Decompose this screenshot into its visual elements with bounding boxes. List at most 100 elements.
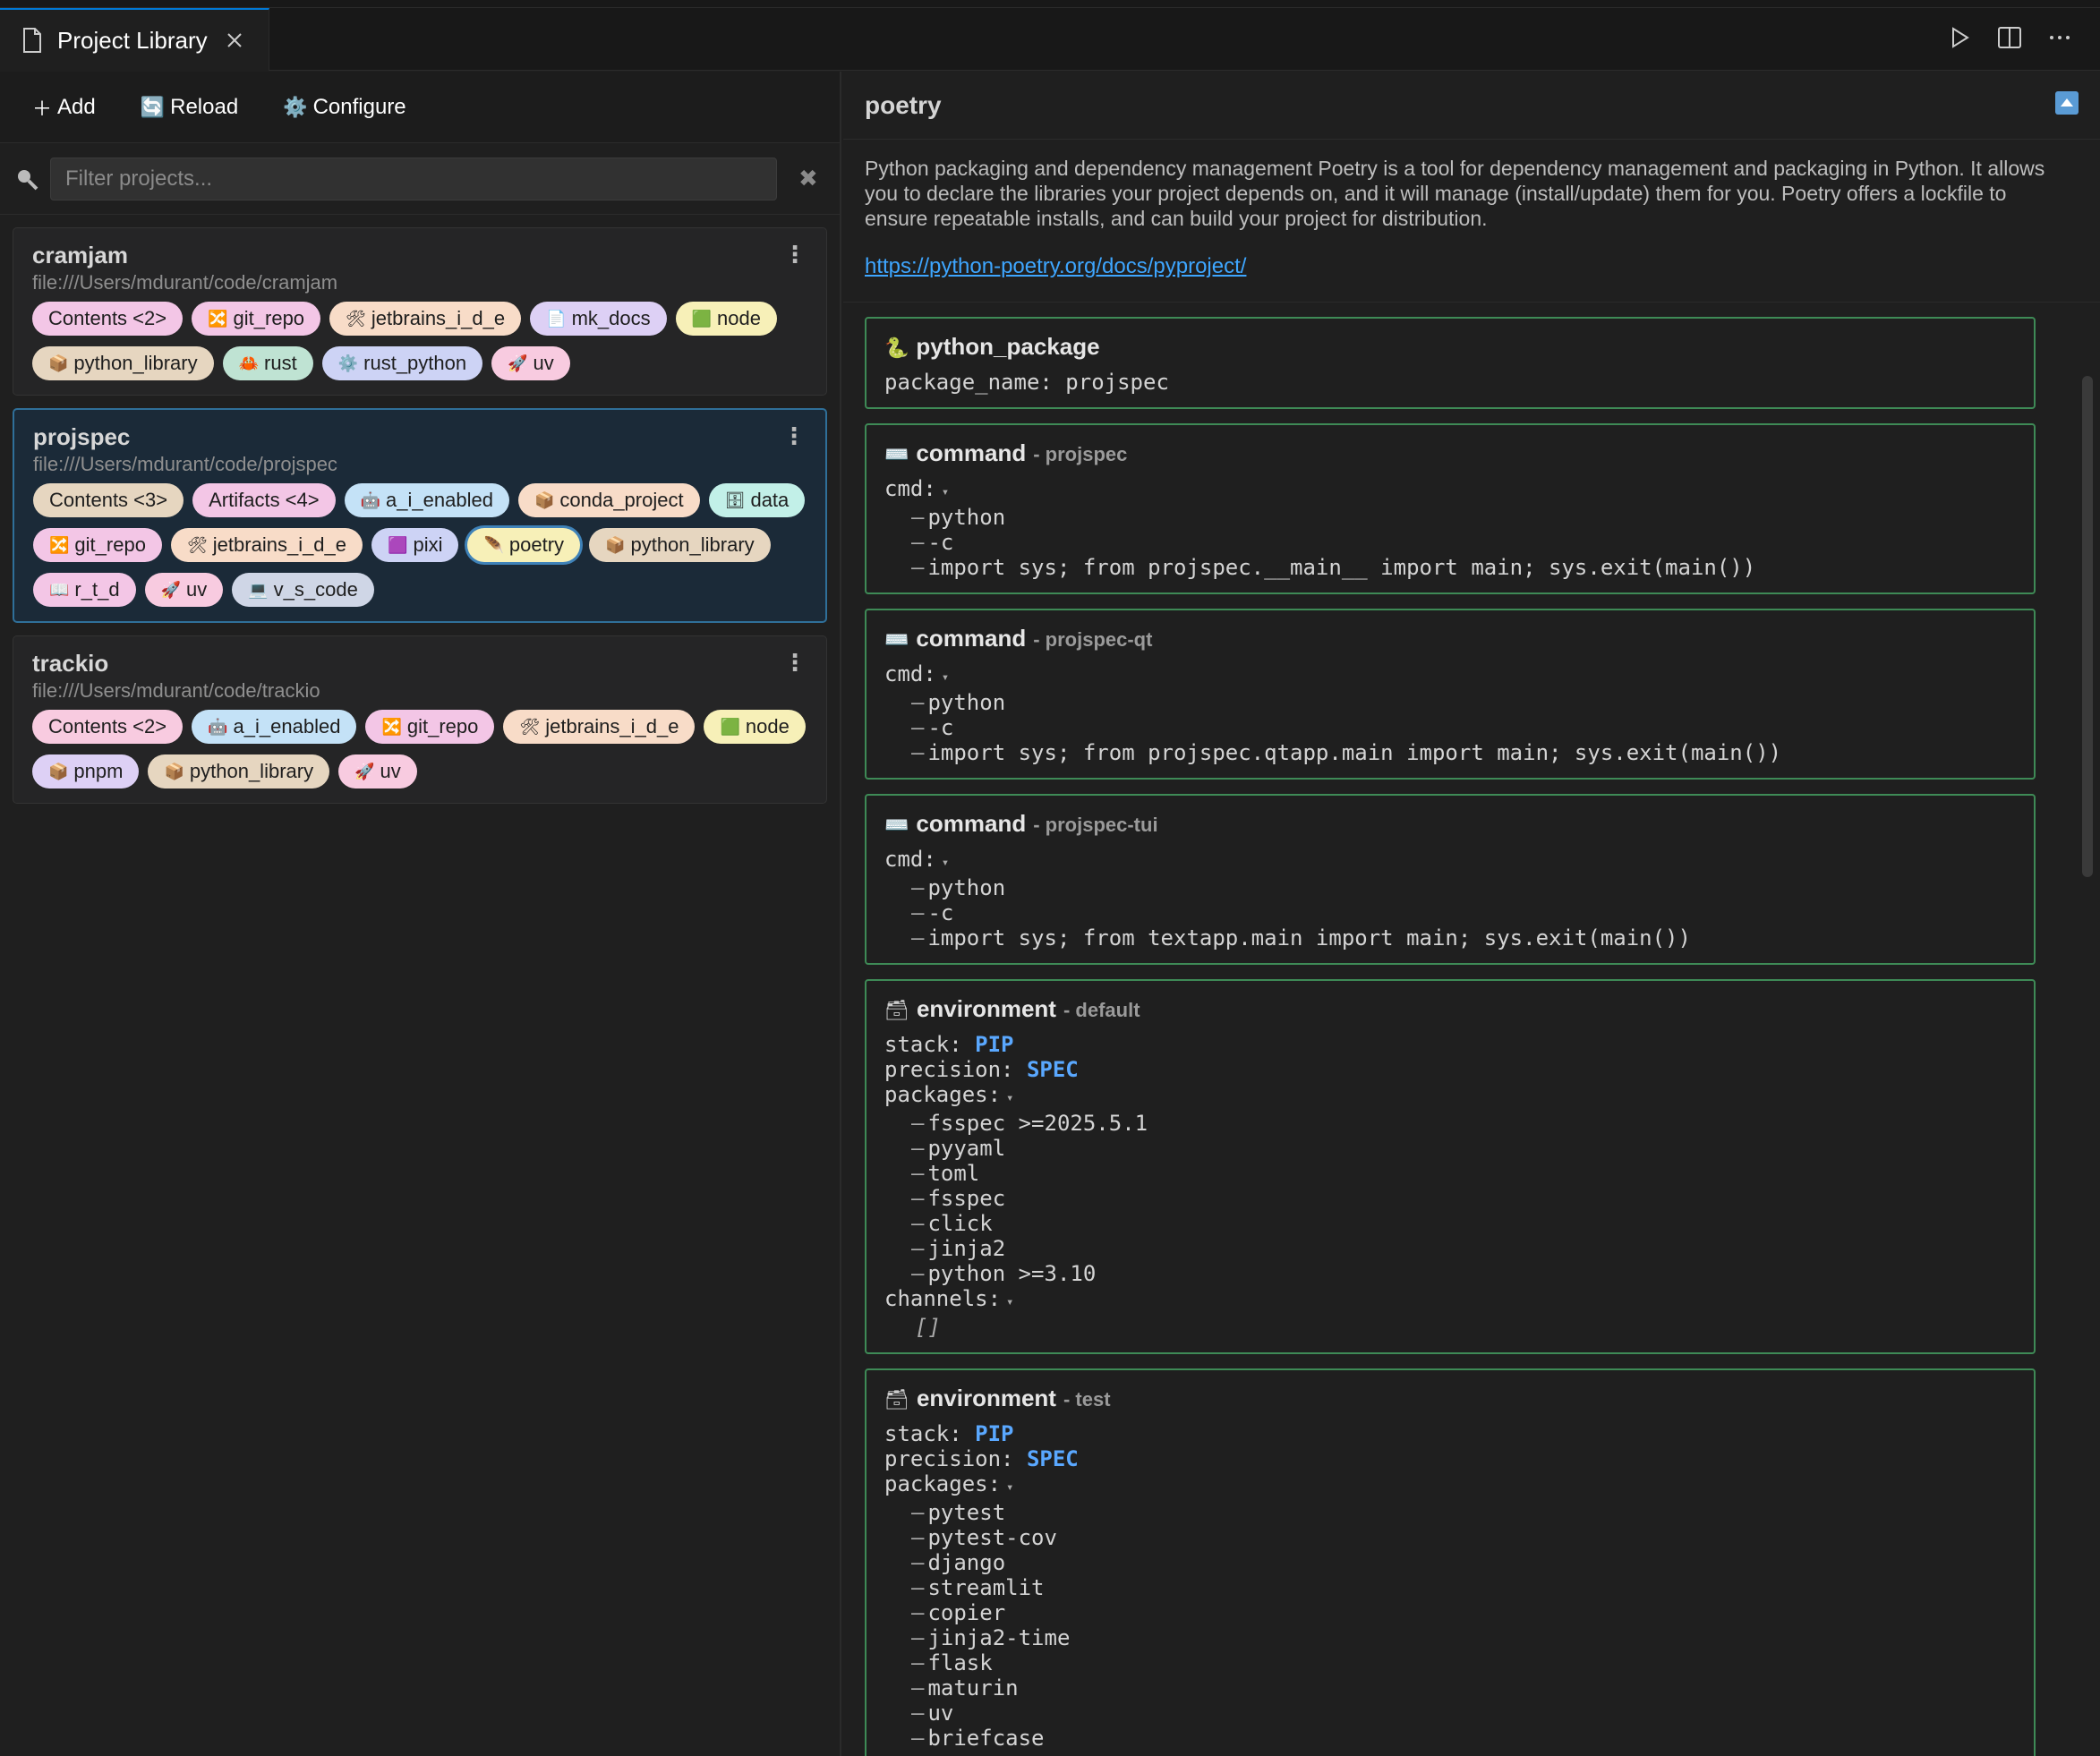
tag-chip[interactable]: 🤖 a_i_enabled <box>192 710 357 744</box>
tag-chip[interactable]: Contents <2> <box>32 302 184 336</box>
tag-chip[interactable]: 🟪 pixi <box>371 528 459 562</box>
tag-icon: 🔀 <box>208 309 228 328</box>
tag-chip[interactable]: 📖 r_t_d <box>33 573 136 607</box>
tag-chip[interactable]: 💻 v_s_code <box>232 573 374 607</box>
section-type: python_package <box>916 333 1100 360</box>
expand-triangle-icon[interactable]: ▾ <box>1006 1295 1013 1309</box>
project-card-cramjam[interactable]: cramjam file:///Users/mdurant/code/cramja… <box>13 227 827 396</box>
tag-chip[interactable]: 🔀 git_repo <box>365 710 495 744</box>
field-key: package_name: <box>884 370 1066 395</box>
field-key: stack: <box>884 1421 976 1446</box>
tag-chip[interactable]: 🔀 git_repo <box>33 528 162 562</box>
tag-chip[interactable]: 🔀 git_repo <box>192 302 321 336</box>
tag-label: a_i_enabled <box>386 489 493 511</box>
list-header[interactable]: channels: ▾ <box>884 1286 2016 1315</box>
tag-label: Artifacts <4> <box>209 489 320 511</box>
tag-chip[interactable]: Contents <3> <box>33 483 184 517</box>
project-card-trackio[interactable]: trackio file:///Users/mdurant/code/tracki… <box>13 635 827 804</box>
tag-label: jetbrains_i_d_e <box>371 307 506 329</box>
tag-chip[interactable]: 📦 python_library <box>589 528 771 562</box>
detail-header: poetry <box>843 72 2100 140</box>
section-header: ⌨️ command - projspec <box>884 439 2016 467</box>
filter-input[interactable] <box>50 157 777 200</box>
reload-button[interactable]: 🔄 Reload <box>141 95 238 120</box>
run-icon[interactable] <box>1946 24 1973 51</box>
tag-icon: 📖 <box>49 580 70 599</box>
field-key: cmd: <box>884 476 936 501</box>
tag-icon: 🔀 <box>49 535 70 554</box>
section-type: environment <box>916 995 1056 1022</box>
file-icon <box>21 28 43 53</box>
kebab-menu-icon[interactable]: ⋮ <box>782 422 806 450</box>
list-item: -c <box>884 900 2016 925</box>
tag-label: node <box>745 715 790 737</box>
list-header[interactable]: cmd: ▾ <box>884 847 2016 875</box>
tag-chip[interactable]: 📦 python_library <box>148 754 330 788</box>
section-name: - projspec <box>1033 443 1128 465</box>
tag-chip[interactable]: 🤖 a_i_enabled <box>344 483 509 517</box>
tag-label: poetry <box>508 533 565 556</box>
scrollbar-thumb[interactable] <box>2082 376 2093 877</box>
expand-triangle-icon[interactable]: ▾ <box>1006 1091 1013 1105</box>
kebab-menu-icon[interactable]: ⋮ <box>783 649 807 677</box>
list-header[interactable]: cmd: ▾ <box>884 661 2016 690</box>
expand-triangle-icon[interactable]: ▾ <box>1006 1480 1013 1495</box>
tag-label: Contents <3> <box>49 489 168 511</box>
tag-chip[interactable]: 📦 pnpm <box>32 754 140 788</box>
kv-line: precision: SPEC <box>884 1057 2016 1082</box>
tag-chip[interactable]: ⚙️ rust_python <box>321 346 483 380</box>
tag-chip[interactable]: 🗄 data <box>708 483 806 517</box>
tag-chip[interactable]: 🟩 node <box>675 302 777 336</box>
collapse-up-icon[interactable] <box>2055 91 2079 115</box>
tag-chip[interactable]: 📦 python_library <box>32 346 214 380</box>
tag-chip[interactable]: Artifacts <4> <box>192 483 336 517</box>
tag-chip[interactable]: 🟩 node <box>704 710 806 744</box>
tag-chip[interactable]: 🦀 rust <box>222 346 313 380</box>
tag-chip[interactable]: 🚀 uv <box>491 346 570 380</box>
docs-link[interactable]: https://python-poetry.org/docs/pyproject… <box>843 254 2100 303</box>
add-button[interactable]: ＋ Add <box>32 93 96 122</box>
tag-chip[interactable]: 🛠 jetbrains_i_d_e <box>503 710 696 744</box>
tag-chip[interactable]: 🛠 jetbrains_i_d_e <box>170 528 363 562</box>
expand-triangle-icon[interactable]: ▾ <box>942 670 949 685</box>
tag-chip[interactable]: Contents <2> <box>32 710 184 744</box>
tag-chip[interactable]: 🛠 jetbrains_i_d_e <box>329 302 522 336</box>
split-editor-icon[interactable] <box>1996 24 2023 51</box>
expand-triangle-icon[interactable]: ▾ <box>942 856 949 870</box>
more-actions-icon[interactable] <box>2046 24 2073 51</box>
spec-section-environment: 🗃 environment - default stack: PIP precision… <box>865 979 2036 1354</box>
tag-chip[interactable]: 🪶 poetry <box>467 528 581 562</box>
configure-button[interactable]: ⚙️ Configure <box>283 95 405 120</box>
filter-row: ✖ <box>0 143 840 215</box>
project-cards: cramjam file:///Users/mdurant/code/cramja… <box>0 215 840 804</box>
tag-label: rust_python <box>363 352 467 374</box>
section-body: stack: PIPprecision: SPECpackages:▾pytes… <box>884 1421 2016 1751</box>
list-item: python <box>884 690 2016 715</box>
project-path: file:///Users/mdurant/code/projspec <box>33 453 337 475</box>
tag-chip[interactable]: 🚀 uv <box>144 573 224 607</box>
project-path: file:///Users/mdurant/code/cramjam <box>32 271 338 294</box>
field-key: packages: <box>884 1082 1002 1107</box>
list-header[interactable]: cmd: ▾ <box>884 476 2016 505</box>
list-item: pytest-cov <box>884 1525 2016 1550</box>
tag-chip[interactable]: 🚀 uv <box>338 754 417 788</box>
project-card-projspec[interactable]: projspec file:///Users/mdurant/code/projs… <box>13 408 827 623</box>
configure-label: Configure <box>312 94 406 119</box>
clear-filter-icon[interactable]: ✖ <box>798 165 818 192</box>
list-item: jinja2 <box>884 1236 2016 1261</box>
tag-chip[interactable]: 📦 conda_project <box>517 483 700 517</box>
close-icon[interactable] <box>224 30 245 51</box>
tag-label: python_library <box>189 760 314 782</box>
tag-chip[interactable]: 📄 mk_docs <box>530 302 667 336</box>
expand-triangle-icon[interactable]: ▾ <box>942 485 949 499</box>
field-key: cmd: <box>884 847 936 872</box>
detail-description: Python packaging and dependency manageme… <box>865 157 2045 230</box>
list-item: python <box>884 875 2016 900</box>
list-header[interactable]: packages: ▾ <box>884 1471 2016 1500</box>
section-icon: 🐍 <box>884 337 909 359</box>
kebab-menu-icon[interactable]: ⋮ <box>783 241 807 269</box>
tag-label: git_repo <box>233 307 305 329</box>
section-header: 🐍 python_package <box>884 333 2016 361</box>
tab-project-library[interactable]: Project Library <box>0 8 269 71</box>
list-header[interactable]: packages: ▾ <box>884 1082 2016 1111</box>
